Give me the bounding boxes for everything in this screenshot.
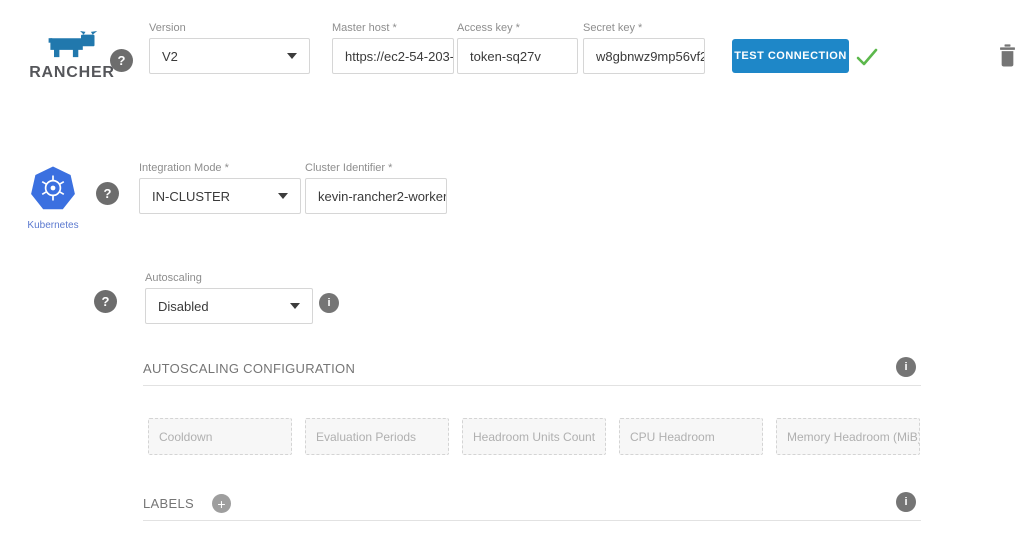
connection-success-check-icon (854, 46, 880, 69)
access-key-field-group: Access key * token-sq27v (457, 22, 578, 74)
kubernetes-caption: Kubernetes (22, 220, 84, 231)
access-key-value: token-sq27v (470, 49, 541, 64)
secret-key-label: Secret key * (583, 22, 705, 35)
secret-key-value: w8gbnwz9mp56vf2 (596, 49, 705, 64)
help-icon[interactable]: ? (96, 182, 119, 205)
cpu-headroom-field-disabled: CPU Headroom (619, 418, 763, 455)
autoscaling-config-fields-row: Cooldown Evaluation Periods Headroom Uni… (148, 418, 920, 455)
labels-section-header: LABELS + (143, 494, 231, 513)
autoscaling-value: Disabled (158, 299, 209, 314)
master-host-value: https://ec2-54-203-6 (345, 49, 454, 64)
cluster-identifier-field-group: Cluster Identifier * kevin-rancher2-work… (305, 162, 447, 214)
cluster-identifier-label: Cluster Identifier * (305, 162, 447, 175)
add-label-button[interactable]: + (212, 494, 231, 513)
version-value: V2 (162, 49, 178, 64)
info-icon[interactable]: i (896, 357, 916, 377)
headroom-units-count-field-disabled: Headroom Units Count (462, 418, 606, 455)
section-divider (143, 520, 921, 521)
chevron-down-icon (287, 53, 297, 59)
cooldown-field-disabled: Cooldown (148, 418, 292, 455)
info-icon[interactable]: i (896, 492, 916, 512)
delete-trash-icon[interactable] (999, 44, 1016, 67)
rancher-wordmark: RANCHER (24, 64, 120, 82)
autoscaling-field-group: Autoscaling Disabled (145, 272, 313, 324)
section-divider (143, 385, 921, 386)
help-icon[interactable]: ? (110, 49, 133, 72)
secret-key-field-group: Secret key * w8gbnwz9mp56vf2 (583, 22, 705, 74)
autoscaling-select[interactable]: Disabled (145, 288, 313, 324)
rancher-logo: RANCHER (24, 31, 120, 82)
help-icon[interactable]: ? (94, 290, 117, 313)
chevron-down-icon (290, 303, 300, 309)
version-select[interactable]: V2 (149, 38, 310, 74)
cluster-identifier-value: kevin-rancher2-workers (318, 189, 447, 204)
integration-mode-value: IN-CLUSTER (152, 189, 230, 204)
version-field-group: Version V2 (149, 22, 310, 74)
test-connection-button[interactable]: TEST CONNECTION (732, 39, 849, 73)
integration-mode-select[interactable]: IN-CLUSTER (139, 178, 301, 214)
master-host-label: Master host * (332, 22, 454, 35)
access-key-label: Access key * (457, 22, 578, 35)
secret-key-input[interactable]: w8gbnwz9mp56vf2 (583, 38, 705, 74)
integration-mode-field-group: Integration Mode * IN-CLUSTER (139, 162, 301, 214)
kubernetes-helm-icon (30, 166, 76, 212)
labels-title: LABELS (143, 496, 194, 511)
memory-headroom-field-disabled: Memory Headroom (MiB) (776, 418, 920, 455)
info-icon[interactable]: i (319, 293, 339, 313)
cluster-identifier-input[interactable]: kevin-rancher2-workers (305, 178, 447, 214)
cluster-integration-settings-page: RANCHER ? Version V2 Master host * https… (0, 0, 1024, 550)
chevron-down-icon (278, 193, 288, 199)
autoscaling-label: Autoscaling (145, 272, 313, 285)
rancher-bull-icon (43, 31, 101, 58)
autoscaling-configuration-title: AUTOSCALING CONFIGURATION (143, 361, 355, 376)
integration-mode-label: Integration Mode * (139, 162, 301, 175)
version-label: Version (149, 22, 310, 35)
access-key-input[interactable]: token-sq27v (457, 38, 578, 74)
master-host-input[interactable]: https://ec2-54-203-6 (332, 38, 454, 74)
evaluation-periods-field-disabled: Evaluation Periods (305, 418, 449, 455)
master-host-field-group: Master host * https://ec2-54-203-6 (332, 22, 454, 74)
kubernetes-logo: Kubernetes (22, 166, 84, 231)
